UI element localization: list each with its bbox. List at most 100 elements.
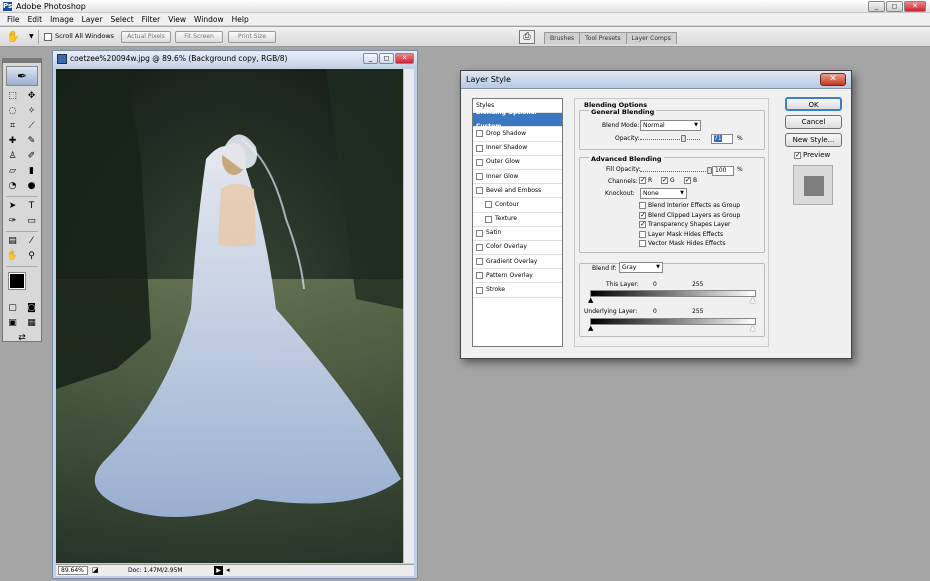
hand-tool-icon[interactable]: ✋: [5, 249, 21, 264]
tab-tool-presets[interactable]: Tool Presets: [579, 32, 627, 44]
document-close-button[interactable]: ✕: [395, 53, 414, 64]
healing-brush-icon[interactable]: ✚: [5, 134, 21, 149]
underlying-white-stop-icon[interactable]: ▲: [750, 325, 755, 332]
menu-window[interactable]: Window: [190, 13, 228, 25]
path-selection-icon[interactable]: ➤: [5, 199, 21, 214]
style-item-checkbox[interactable]: [476, 258, 483, 266]
channel-r-checkbox[interactable]: [639, 176, 646, 184]
menu-edit[interactable]: Edit: [24, 13, 47, 25]
style-item[interactable]: Stroke: [473, 283, 562, 298]
fill-opacity-input[interactable]: 100: [712, 166, 734, 176]
eyedropper-icon[interactable]: ⁄: [24, 234, 40, 249]
scroll-all-windows-checkbox[interactable]: [44, 33, 52, 41]
menu-select[interactable]: Select: [107, 13, 138, 25]
full-screen-icon[interactable]: ▦: [24, 316, 40, 331]
style-item[interactable]: Inner Shadow: [473, 142, 562, 156]
style-item[interactable]: Bevel and Emboss: [473, 184, 562, 199]
style-item[interactable]: Blending Options: Custom: [473, 109, 562, 130]
marquee-tool-icon[interactable]: ⬚: [5, 89, 21, 104]
new-style-button[interactable]: New Style...: [785, 133, 842, 147]
close-button[interactable]: ✕: [904, 1, 926, 12]
style-item-checkbox[interactable]: [476, 173, 483, 181]
underlying-layer-gradient[interactable]: [590, 318, 756, 325]
imageready-icon[interactable]: ⇄: [14, 331, 30, 346]
toolbox-header[interactable]: [3, 59, 41, 63]
fit-screen-button[interactable]: Fit Screen: [175, 31, 223, 43]
style-item[interactable]: Outer Glow: [473, 156, 562, 170]
style-item-checkbox[interactable]: [476, 130, 483, 138]
menu-help[interactable]: Help: [228, 13, 253, 25]
menu-filter[interactable]: Filter: [138, 13, 165, 25]
gradient-tool-icon[interactable]: ▮: [24, 164, 40, 179]
style-item-checkbox[interactable]: [485, 215, 492, 223]
shape-tool-icon[interactable]: ▭: [24, 214, 40, 229]
this-layer-white-stop-icon[interactable]: ▲: [750, 297, 755, 304]
menu-image[interactable]: Image: [46, 13, 78, 25]
clone-stamp-icon[interactable]: ♙: [5, 149, 21, 164]
magic-wand-icon[interactable]: ✧: [24, 104, 40, 119]
foreground-color[interactable]: [8, 272, 26, 290]
crop-tool-icon[interactable]: ⌗: [5, 119, 21, 134]
style-item[interactable]: Pattern Overlay: [473, 269, 562, 284]
move-tool-icon[interactable]: ✥: [24, 89, 40, 104]
advanced-option-checkbox[interactable]: [639, 211, 646, 219]
actual-pixels-button[interactable]: Actual Pixels: [121, 31, 171, 43]
cancel-button[interactable]: Cancel: [785, 115, 842, 129]
advanced-option-checkbox[interactable]: [639, 220, 646, 229]
style-item-checkbox[interactable]: [476, 243, 483, 251]
document-titlebar[interactable]: coetzee%20094w.jpg @ 89.6% (Background c…: [53, 51, 417, 67]
this-layer-black-stop-icon[interactable]: ▲: [588, 297, 593, 304]
dialog-close-button[interactable]: ✕: [820, 73, 846, 86]
maximize-button[interactable]: ◻: [886, 1, 903, 12]
zoom-level-field[interactable]: 89.64%: [58, 566, 88, 575]
this-layer-gradient[interactable]: [590, 290, 756, 297]
opacity-slider[interactable]: [640, 139, 700, 140]
channel-g-checkbox[interactable]: [661, 176, 668, 184]
style-item-checkbox[interactable]: [476, 229, 483, 237]
style-item-checkbox[interactable]: [476, 272, 483, 280]
status-menu-arrow-icon[interactable]: ▶: [214, 566, 223, 575]
menu-view[interactable]: View: [164, 13, 190, 25]
lasso-tool-icon[interactable]: ◌: [5, 104, 21, 119]
scroll-left-icon[interactable]: ◂: [226, 566, 230, 574]
style-item[interactable]: Satin: [473, 227, 562, 241]
screen-mode-icon[interactable]: ▣: [5, 316, 21, 331]
style-item[interactable]: Inner Glow: [473, 170, 562, 185]
opacity-slider-thumb[interactable]: [680, 135, 686, 142]
history-brush-icon[interactable]: ✐: [24, 149, 40, 164]
tab-layer-comps[interactable]: Layer Comps: [625, 32, 677, 44]
style-item[interactable]: Contour: [473, 198, 562, 213]
blend-mode-select[interactable]: Normal: [640, 120, 701, 131]
blur-tool-icon[interactable]: ◔: [5, 179, 21, 194]
pen-tool-icon[interactable]: ✑: [5, 214, 21, 229]
menu-file[interactable]: File: [3, 13, 24, 25]
quick-mask-icon[interactable]: ◙: [24, 301, 40, 316]
advanced-option-checkbox[interactable]: [639, 202, 646, 209]
eraser-tool-icon[interactable]: ▱: [5, 164, 21, 179]
tool-preset-dropdown-icon[interactable]: ▼: [29, 33, 34, 40]
advanced-option-checkbox[interactable]: [639, 230, 646, 238]
status-info-icon[interactable]: ◪: [92, 566, 102, 575]
style-item[interactable]: Gradient Overlay: [473, 255, 562, 270]
style-item-checkbox[interactable]: [485, 201, 492, 209]
image-canvas[interactable]: [56, 69, 403, 563]
menu-layer[interactable]: Layer: [78, 13, 107, 25]
underlying-black-stop-icon[interactable]: ▲: [588, 325, 593, 332]
minimize-button[interactable]: _: [868, 1, 885, 12]
ok-button[interactable]: OK: [785, 97, 842, 111]
advanced-option-checkbox[interactable]: [639, 240, 646, 248]
fill-opacity-slider[interactable]: [640, 171, 710, 172]
blend-if-select[interactable]: Gray: [619, 262, 663, 273]
preview-checkbox[interactable]: [794, 151, 801, 159]
type-tool-icon[interactable]: T: [24, 199, 40, 214]
style-item[interactable]: Color Overlay: [473, 241, 562, 256]
document-minimize-button[interactable]: _: [363, 53, 378, 64]
document-vertical-scrollbar[interactable]: [403, 69, 414, 563]
style-item[interactable]: Texture: [473, 213, 562, 227]
tab-brushes[interactable]: Brushes: [544, 32, 581, 44]
hand-tool-icon[interactable]: ✋: [6, 30, 20, 43]
opacity-input[interactable]: 71: [711, 134, 733, 144]
style-item-checkbox[interactable]: [476, 286, 483, 294]
brush-tool-icon[interactable]: ✎: [24, 134, 40, 149]
notes-tool-icon[interactable]: ▤: [5, 234, 21, 249]
